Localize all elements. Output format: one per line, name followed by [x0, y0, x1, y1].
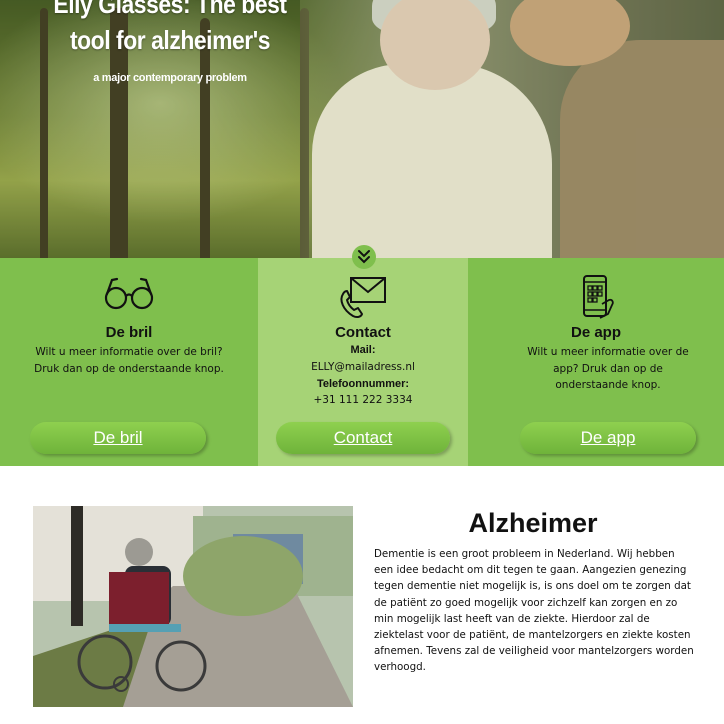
phone-label: Telefoonnummer:: [316, 378, 410, 390]
hero-banner: Elly Glasses: The best tool for alzheime…: [0, 0, 724, 258]
section-title: Alzheimer: [468, 508, 598, 538]
feature-text: Wilt u meer informatie over de app? Druk…: [527, 346, 689, 391]
smartphone-app-icon: [576, 274, 616, 324]
feature-title: De bril: [105, 324, 153, 341]
feature-bril: De bril Wilt u meer informatie over de b…: [0, 258, 258, 466]
mail-value: ELLY@mailadress.nl: [311, 361, 415, 373]
feature-contact: Contact Mail: ELLY@mailadress.nl Telefoo…: [258, 258, 468, 466]
wheelchair-photo: [33, 506, 353, 707]
section-body: Dementie is een groot probleem in Nederl…: [374, 548, 694, 674]
feature-title: De app: [570, 324, 621, 341]
feature-title: Contact: [335, 324, 391, 341]
contact-button[interactable]: Contact: [276, 422, 450, 454]
hero-title: Elly Glasses: The best tool for alzheime…: [53, 0, 287, 55]
phone-mail-icon: [337, 274, 389, 324]
de-app-button[interactable]: De app: [520, 422, 696, 454]
feature-app: De app Wilt u meer informatie over de ap…: [468, 258, 724, 466]
hero-subtitle: a major contemporary problem: [93, 72, 247, 84]
feature-text: Wilt u meer informatie over de bril? Dru…: [34, 346, 224, 375]
double-chevron-down-icon[interactable]: [352, 245, 376, 269]
phone-value: +31 111 222 3334: [313, 394, 413, 406]
de-bril-button[interactable]: De bril: [30, 422, 206, 454]
features-section: De bril Wilt u meer informatie over de b…: [0, 258, 724, 466]
glasses-icon: [103, 274, 155, 316]
mail-label: Mail:: [350, 344, 376, 356]
